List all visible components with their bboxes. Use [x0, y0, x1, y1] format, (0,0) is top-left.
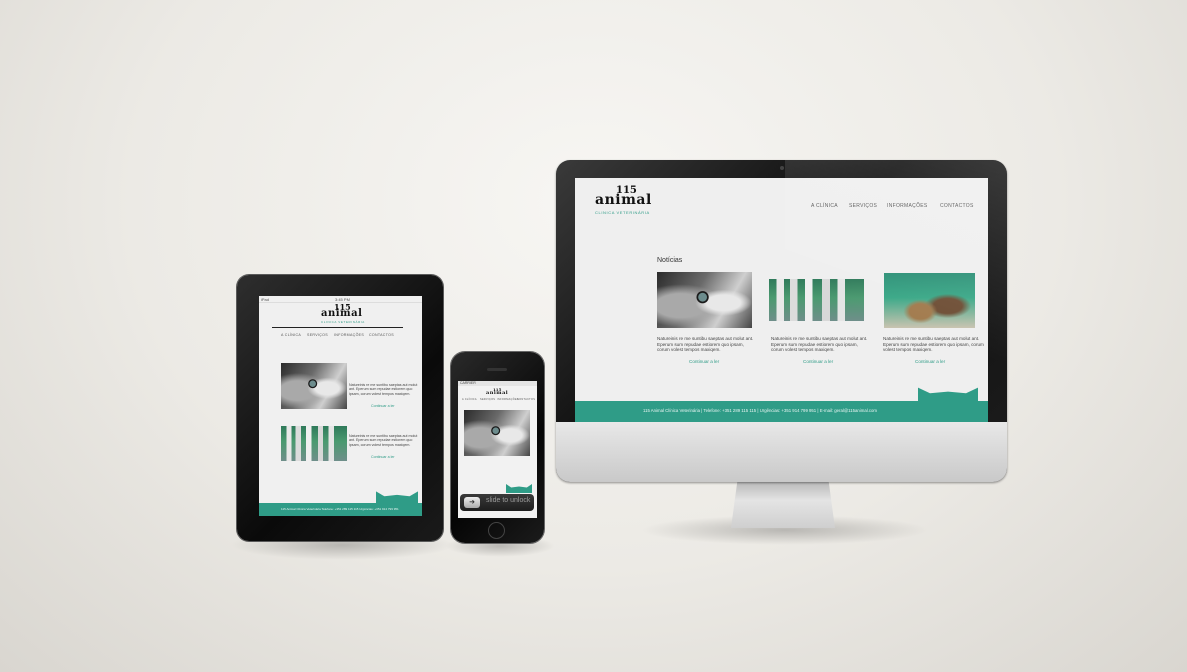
- nav-informacoes[interactable]: INFORMAÇÕES: [887, 203, 928, 209]
- phone-screen: CARRIER 115 animal A CLÍNICA SERVIÇOS IN…: [458, 381, 537, 518]
- tablet-nav-servicos[interactable]: SERVIÇOS: [307, 333, 328, 337]
- news-text-2: Natureinis re me suntibu saeptas aut mol…: [771, 336, 868, 353]
- news-image-cat[interactable]: [657, 272, 752, 328]
- phone-status-carrier: CARRIER: [460, 381, 476, 385]
- tablet-news-image-cat[interactable]: [281, 363, 347, 409]
- tablet-news-text-2: Natureinis re me suntibu saeptas aut mol…: [349, 434, 418, 447]
- logo-subtitle: CLINICA VETERINÁRIA: [595, 210, 650, 215]
- home-button-icon[interactable]: [488, 522, 505, 539]
- monitor-stand: [731, 482, 835, 528]
- tablet-logo-subtitle: CLINICA VETERINÁRIA: [321, 320, 365, 324]
- phone-nav-a-clinica[interactable]: A CLÍNICA: [462, 398, 477, 401]
- tablet-news-link-2[interactable]: Continuar a ler: [371, 455, 395, 459]
- desktop-screen: 115 animal CLINICA VETERINÁRIA A CLÍNICA…: [575, 178, 988, 422]
- arrow-right-icon[interactable]: ➜: [464, 497, 480, 508]
- nav-servicos[interactable]: SERVIÇOS: [849, 203, 877, 209]
- tablet-logo-word: animal: [321, 308, 363, 319]
- news-image-clinic[interactable]: [884, 273, 975, 328]
- news-image-team[interactable]: [769, 279, 864, 321]
- tablet-nav-informacoes[interactable]: INFORMAÇÕES: [334, 333, 364, 337]
- news-section-title: Notícias: [657, 257, 683, 264]
- tablet-cat-ears-icon: [376, 491, 418, 504]
- phone-nav-informacoes[interactable]: INFORMAÇÕES: [497, 398, 519, 401]
- tablet-nav-contactos[interactable]: CONTACTOS: [369, 333, 394, 337]
- cat-ears-icon: [918, 387, 978, 402]
- phone-news-image-cat[interactable]: [464, 410, 530, 456]
- news-text-3: Natureinis re me suntibu saeptas aut mol…: [883, 336, 984, 353]
- phone-logo-word: animal: [486, 390, 509, 396]
- tablet-nav-a-clinica[interactable]: A CLÍNICA: [281, 333, 301, 337]
- tablet-news-image-team[interactable]: [281, 426, 347, 461]
- phone-status-bar: CARRIER: [458, 381, 537, 386]
- news-link-2[interactable]: Continuar a ler: [803, 359, 833, 364]
- tablet-screen: iPad 3:45 PM 115 animal CLINICA VETERINÁ…: [259, 296, 422, 516]
- camera-icon: [780, 166, 784, 170]
- phone-nav-contactos[interactable]: CONTACTOS: [517, 398, 535, 401]
- tablet-footer-contacts: 115 Animal Clínica Veterinária Telefone:…: [281, 507, 399, 511]
- nav-a-clinica[interactable]: A CLÍNICA: [811, 203, 838, 209]
- news-link-1[interactable]: Continuar a ler: [689, 359, 719, 364]
- tablet-nav-divider: [272, 327, 403, 328]
- monitor-chin: [556, 422, 1007, 482]
- nav-contactos[interactable]: CONTACTOS: [940, 203, 974, 209]
- news-link-3[interactable]: Continuar a ler: [915, 359, 945, 364]
- slide-to-unlock-label: slide to unlock: [486, 497, 531, 504]
- slide-to-unlock[interactable]: ➜ slide to unlock: [460, 494, 534, 511]
- phone-speaker: [487, 368, 507, 371]
- phone-nav-servicos[interactable]: SERVIÇOS: [480, 398, 495, 401]
- phone-cat-ears-icon: [506, 484, 532, 493]
- footer-contacts: 115 Animal Clínica Veterinária | Telefon…: [643, 408, 877, 413]
- tablet-news-link-1[interactable]: Continuar a ler: [371, 404, 395, 408]
- news-text-1: Natureinis re me suntibu saeptas aut mol…: [657, 336, 754, 353]
- tablet-news-text-1: Natureinis re me suntibu saeptas aut mol…: [349, 383, 418, 396]
- tablet-footer: 115 Animal Clínica Veterinária Telefone:…: [259, 503, 422, 516]
- site-footer: 115 Animal Clínica Veterinária | Telefon…: [575, 401, 988, 422]
- logo-word: animal: [595, 192, 652, 208]
